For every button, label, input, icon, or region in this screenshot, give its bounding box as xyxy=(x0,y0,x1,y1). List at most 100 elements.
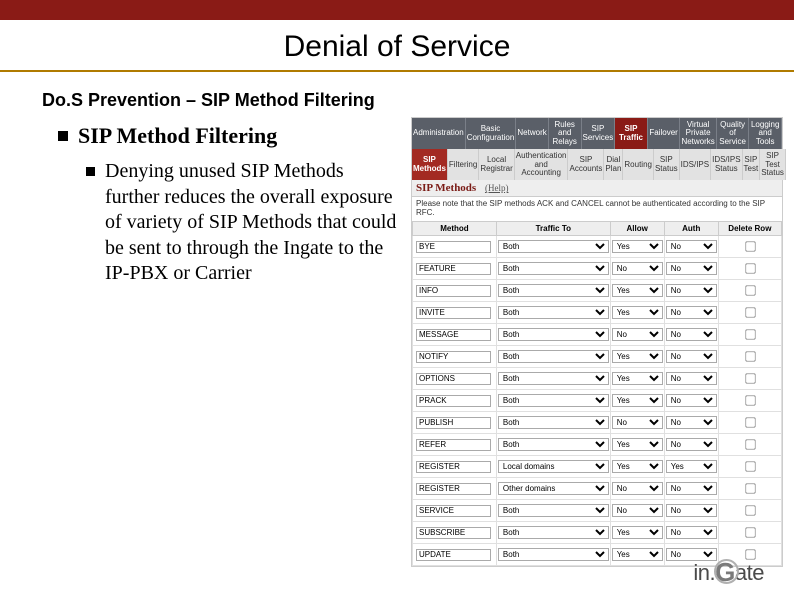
method-input[interactable] xyxy=(416,527,491,539)
delete-row-checkbox[interactable] xyxy=(745,374,755,384)
main-tab[interactable]: Network xyxy=(516,118,549,149)
traffic-to-select[interactable]: Both xyxy=(498,306,609,319)
allow-select[interactable]: Yes xyxy=(612,548,663,561)
traffic-to-select[interactable]: Both xyxy=(498,284,609,297)
allow-select[interactable]: Yes xyxy=(612,350,663,363)
allow-select[interactable]: No xyxy=(612,482,663,495)
table-row: BothYesNo xyxy=(413,346,782,368)
sub-tab[interactable]: Local Registrar xyxy=(479,149,514,180)
method-input[interactable] xyxy=(416,329,491,341)
sub-tab[interactable]: Dial Plan xyxy=(604,149,623,180)
main-tab[interactable]: Administration xyxy=(412,118,466,149)
allow-select[interactable]: Yes xyxy=(612,460,663,473)
auth-select[interactable]: No xyxy=(666,328,717,341)
auth-select[interactable]: No xyxy=(666,240,717,253)
method-input[interactable] xyxy=(416,285,491,297)
sub-tab[interactable]: IDS/IPS xyxy=(680,149,711,180)
allow-select[interactable]: Yes xyxy=(612,394,663,407)
auth-select[interactable]: No xyxy=(666,262,717,275)
sub-tab[interactable]: IDS/IPS Status xyxy=(711,149,742,180)
allow-select[interactable]: No xyxy=(612,262,663,275)
method-input[interactable] xyxy=(416,263,491,275)
allow-select[interactable]: No xyxy=(612,416,663,429)
sub-tab[interactable]: SIP Test Status xyxy=(760,149,786,180)
allow-select[interactable]: Yes xyxy=(612,526,663,539)
allow-select[interactable]: No xyxy=(612,328,663,341)
main-tab[interactable]: Logging and Tools xyxy=(749,118,782,149)
auth-select[interactable]: No xyxy=(666,504,717,517)
delete-row-checkbox[interactable] xyxy=(745,528,755,538)
traffic-to-select[interactable]: Both xyxy=(498,416,609,429)
delete-row-checkbox[interactable] xyxy=(745,352,755,362)
traffic-to-select[interactable]: Both xyxy=(498,526,609,539)
allow-select[interactable]: Yes xyxy=(612,284,663,297)
delete-row-checkbox[interactable] xyxy=(745,484,755,494)
allow-select[interactable]: Yes xyxy=(612,372,663,385)
main-tab[interactable]: Rules and Relays xyxy=(549,118,582,149)
traffic-to-select[interactable]: Both xyxy=(498,438,609,451)
delete-row-checkbox[interactable] xyxy=(745,418,755,428)
auth-select[interactable]: No xyxy=(666,438,717,451)
allow-select[interactable]: Yes xyxy=(612,438,663,451)
traffic-to-select[interactable]: Both xyxy=(498,372,609,385)
delete-row-checkbox[interactable] xyxy=(745,286,755,296)
auth-select[interactable]: No xyxy=(666,350,717,363)
traffic-to-select[interactable]: Both xyxy=(498,328,609,341)
traffic-to-select[interactable]: Both xyxy=(498,262,609,275)
delete-row-checkbox[interactable] xyxy=(745,440,755,450)
sub-tab[interactable]: SIP Methods xyxy=(412,149,448,180)
help-link[interactable]: (Help) xyxy=(485,183,509,193)
auth-select[interactable]: No xyxy=(666,306,717,319)
method-input[interactable] xyxy=(416,549,491,561)
traffic-to-select[interactable]: Local domains xyxy=(498,460,609,473)
allow-select[interactable]: No xyxy=(612,504,663,517)
sub-tabs: SIP MethodsFilteringLocal RegistrarAuthe… xyxy=(412,149,782,180)
method-input[interactable] xyxy=(416,461,491,473)
auth-select[interactable]: No xyxy=(666,394,717,407)
delete-row-checkbox[interactable] xyxy=(745,308,755,318)
main-tab[interactable]: SIP Services xyxy=(582,118,616,149)
sub-tab[interactable]: SIP Accounts xyxy=(568,149,604,180)
traffic-to-select[interactable]: Both xyxy=(498,504,609,517)
sub-tab[interactable]: Authentication and Accounting xyxy=(515,149,569,180)
traffic-to-select[interactable]: Both xyxy=(498,394,609,407)
method-input[interactable] xyxy=(416,417,491,429)
auth-select[interactable]: No xyxy=(666,526,717,539)
method-input[interactable] xyxy=(416,307,491,319)
main-tab[interactable]: Basic Configuration xyxy=(466,118,517,149)
delete-row-checkbox[interactable] xyxy=(745,396,755,406)
main-tab[interactable]: SIP Traffic xyxy=(615,118,648,149)
sub-tab[interactable]: Filtering xyxy=(448,149,479,180)
delete-row-checkbox[interactable] xyxy=(745,462,755,472)
main-tab[interactable]: Quality of Service xyxy=(717,118,750,149)
auth-select[interactable]: No xyxy=(666,482,717,495)
delete-row-checkbox[interactable] xyxy=(745,264,755,274)
method-input[interactable] xyxy=(416,483,491,495)
delete-row-checkbox[interactable] xyxy=(745,330,755,340)
delete-row-checkbox[interactable] xyxy=(745,506,755,516)
allow-select[interactable]: Yes xyxy=(612,306,663,319)
auth-select[interactable]: No xyxy=(666,284,717,297)
delete-row-checkbox[interactable] xyxy=(745,242,755,252)
auth-select[interactable]: No xyxy=(666,416,717,429)
traffic-to-select[interactable]: Both xyxy=(498,548,609,561)
main-tab[interactable]: Failover xyxy=(648,118,681,149)
traffic-to-select[interactable]: Both xyxy=(498,350,609,363)
auth-select[interactable]: Yes xyxy=(666,460,717,473)
sub-tab[interactable]: SIP Test xyxy=(743,149,761,180)
method-input[interactable] xyxy=(416,241,491,253)
sub-tab[interactable]: Routing xyxy=(623,149,654,180)
traffic-to-select[interactable]: Both xyxy=(498,240,609,253)
traffic-to-select[interactable]: Other domains xyxy=(498,482,609,495)
method-input[interactable] xyxy=(416,351,491,363)
method-input[interactable] xyxy=(416,373,491,385)
auth-select[interactable]: No xyxy=(666,372,717,385)
allow-select[interactable]: Yes xyxy=(612,240,663,253)
slide-accent-bar xyxy=(0,0,794,20)
method-input[interactable] xyxy=(416,505,491,517)
title-area: Denial of Service xyxy=(0,20,794,72)
main-tab[interactable]: Virtual Private Networks xyxy=(680,118,716,149)
sub-tab[interactable]: SIP Status xyxy=(654,149,680,180)
method-input[interactable] xyxy=(416,395,491,407)
method-input[interactable] xyxy=(416,439,491,451)
